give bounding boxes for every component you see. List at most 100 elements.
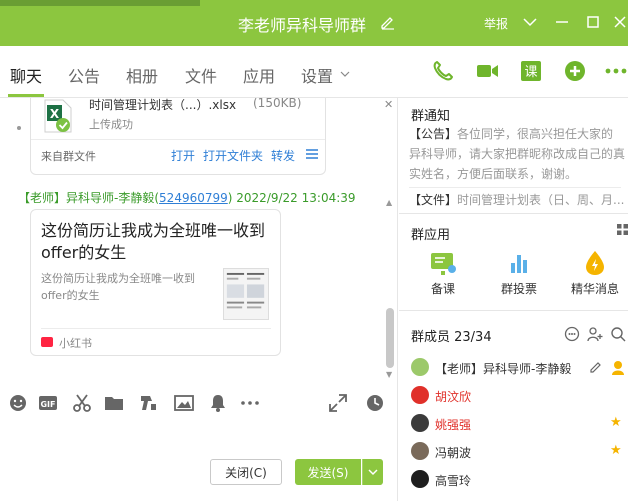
add-icon[interactable] [562,58,588,84]
add-member-icon[interactable] [587,326,603,342]
share-thumbnail-image [223,268,269,320]
member-item[interactable]: 高雪玲 [411,469,625,491]
xiaohongshu-logo-icon [41,337,53,347]
notice-file[interactable]: 【文件】时间管理计划表（日、周、月... [409,191,625,208]
member-name: 冯朝波 [435,446,472,460]
edit-icon[interactable] [589,360,603,374]
gif-icon[interactable]: GIF [38,393,58,413]
member-item[interactable]: 【老师】异科导师-李静毅 [411,357,625,379]
lesson-prep-icon [431,253,456,275]
sender-role: 【老师】 [18,191,67,205]
member-name: 胡汶欣 [435,390,472,404]
app-lesson-prep[interactable]: 备课 [413,249,473,297]
settings-chevron-icon[interactable] [340,69,350,79]
history-icon[interactable] [365,393,385,413]
close-icon[interactable]: ✕ [384,98,393,111]
scroll-up-icon[interactable]: ▲ [386,198,392,207]
chevron-down-icon [368,469,378,476]
expand-icon[interactable] [328,393,348,413]
tab-settings[interactable]: 设置 [301,63,333,87]
app-vote[interactable]: 群投票 [489,249,549,297]
member-item[interactable]: 冯朝波 ★ [411,441,625,463]
phone-icon[interactable] [430,58,456,84]
share-card[interactable]: 这份简历让我成为全班唯一收到offer的女生 这份简历让我成为全班唯一收到off… [30,209,281,356]
list-icon[interactable] [306,149,318,159]
emoji-icon[interactable] [8,393,28,413]
send-options-button[interactable] [362,459,383,485]
font-icon[interactable] [138,393,158,413]
forward-link[interactable]: 转发 [271,147,295,164]
avatar [411,358,429,376]
star-icon: ★ [610,415,622,430]
title-bar: 李老师异科导师群 举报 [0,0,628,46]
member-name: 高雪玲 [435,474,472,488]
message-input-area[interactable]: 关闭(C) 发送(S) [0,425,398,501]
chat-bubble-icon[interactable] [564,326,580,342]
scissors-icon[interactable] [72,393,92,413]
sender-name[interactable]: 异科导师-李静毅 [66,191,154,205]
excel-file-icon: X [44,99,72,133]
class-icon[interactable]: 课 [518,58,544,84]
edit-title-icon[interactable] [380,14,396,30]
image-icon[interactable] [174,393,194,413]
star-icon: ★ [610,443,622,458]
video-icon[interactable] [474,58,500,84]
message-timestamp: 2022/9/22 13:04:39 [236,191,356,205]
member-name: 姚强强 [435,418,472,432]
tab-album[interactable]: 相册 [126,63,158,87]
notice-body: 【公告】各位同学，很高兴担任大家的异科导师，请大家把群昵称改成自己的真实姓名，方… [409,124,625,184]
share-source: 小红书 [59,337,92,350]
group-notice-panel[interactable]: 群通知 【公告】各位同学，很高兴担任大家的异科导师，请大家把群昵称改成自己的真实… [399,98,628,214]
open-folder-link[interactable]: 打开文件夹 [203,147,263,164]
notice-file-text: 时间管理计划表（日、周、月... [457,193,625,207]
report-button[interactable]: 举报 [484,15,508,32]
bell-icon[interactable] [208,393,228,413]
scroll-down-icon[interactable]: ▼ [386,370,392,379]
close-icon[interactable] [610,12,628,32]
owner-badge-icon [612,361,624,375]
tab-files[interactable]: 文件 [185,63,217,87]
grid-icon[interactable] [617,224,628,235]
share-card-title: 这份简历让我成为全班唯一收到offer的女生 [41,221,266,262]
message-bullet [17,126,21,130]
members-title: 群成员 23/34 [411,330,492,345]
avatar [411,442,429,460]
close-button[interactable]: 关闭(C) [210,459,282,485]
tab-apps[interactable]: 应用 [243,63,275,87]
notice-file-label: 【文件】 [409,193,458,207]
more-icon[interactable] [604,58,628,84]
member-item[interactable]: 姚强强 ★ [411,413,625,435]
notice-title: 群通知 [411,109,451,124]
title-strip [0,0,200,6]
tab-announcement[interactable]: 公告 [68,63,100,87]
avatar [411,386,429,404]
member-item[interactable]: 胡汶欣 [411,385,625,407]
group-members-panel: 群成员 23/34 【老师】异科导师-李静毅 胡汶欣 姚强强 ★ 冯朝波 ★ 高… [399,312,628,501]
app-essence-label: 精华消息 [570,282,619,296]
sender-qq-link[interactable]: 524960799 [159,191,228,205]
send-button[interactable]: 发送(S) [295,459,361,485]
app-vote-label: 群投票 [500,282,537,296]
ellipsis-icon[interactable] [240,393,260,413]
chevron-down-icon[interactable] [520,12,540,32]
file-message-card[interactable]: X 时间管理计划表（...）.xlsx (150KB) 上传成功 来自群文件 打… [30,98,326,175]
divider [409,187,621,188]
maximize-icon[interactable] [583,12,603,32]
input-toolbar: GIF [0,381,398,425]
open-file-link[interactable]: 打开 [171,147,195,164]
vote-icon [511,255,527,273]
folder-icon[interactable] [104,393,124,413]
app-essence[interactable]: 精华消息 [565,249,625,297]
tab-chat[interactable]: 聊天 [10,63,42,87]
search-icon[interactable] [610,326,626,342]
upload-status: 上传成功 [89,118,133,131]
svg-text:X: X [50,107,60,121]
chat-messages[interactable]: X 时间管理计划表（...）.xlsx (150KB) 上传成功 来自群文件 打… [0,98,398,381]
file-name: 时间管理计划表（...）.xlsx [89,98,237,112]
avatar [411,470,429,488]
avatar [411,414,429,432]
chat-scrollbar[interactable] [386,308,394,368]
window-title: 李老师异科导师群 [238,16,367,35]
divider [31,139,325,140]
minimize-icon[interactable] [552,12,572,32]
